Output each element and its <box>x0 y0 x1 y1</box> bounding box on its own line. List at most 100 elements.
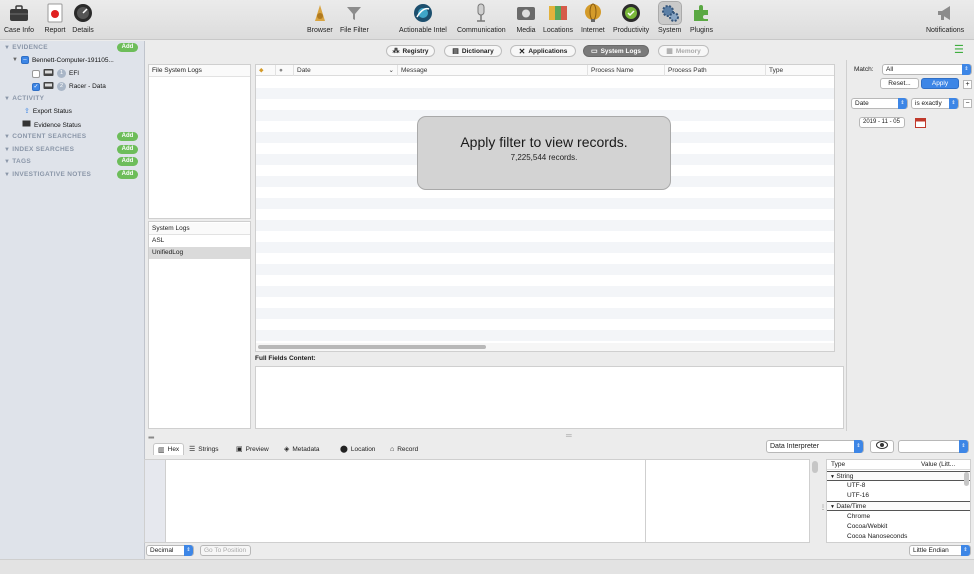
interpreter-row[interactable]: Cocoa Nanoseconds <box>827 532 970 542</box>
tab-dictionary[interactable]: ▤ Dictionary <box>444 45 502 57</box>
filter-sliders-icon[interactable]: ☰ <box>954 44 966 56</box>
remove-criterion-button[interactable]: − <box>963 99 972 108</box>
interpreter-scrollbar-thumb[interactable] <box>964 472 969 486</box>
type-column-header[interactable]: Type <box>766 65 834 76</box>
evidence-section-header[interactable]: EVIDENCE <box>4 44 48 51</box>
tab-preview[interactable]: ▣ Preview <box>232 443 273 455</box>
tab-applications[interactable]: ✕ Applications <box>510 45 576 57</box>
full-fields-content[interactable] <box>255 366 844 429</box>
table-row[interactable] <box>256 286 834 297</box>
add-investigative-note-button[interactable]: Add <box>117 170 138 179</box>
type-header[interactable]: Type <box>831 460 845 470</box>
toolbar-system-button[interactable]: System <box>657 1 682 34</box>
field-select[interactable]: Date ⇕ <box>851 98 908 109</box>
status-column-header[interactable]: ● <box>276 65 294 76</box>
interpreter-row[interactable]: UTF-8 <box>827 481 970 491</box>
calendar-icon[interactable] <box>915 117 926 128</box>
message-column-header[interactable]: Message <box>398 65 588 76</box>
toolbar-actionable-intel-button[interactable]: Actionable Intel <box>399 2 447 34</box>
hex-scrollbar-thumb[interactable] <box>812 461 818 473</box>
decimal-select[interactable]: Decimal ⇕ <box>146 545 194 556</box>
toolbar-plugins-button[interactable]: Plugins <box>690 2 713 34</box>
interpreter-options-select[interactable]: ⇕ <box>898 440 969 453</box>
interpreter-row[interactable]: UTF-16 <box>827 491 970 501</box>
table-row[interactable] <box>256 253 834 264</box>
tab-record[interactable]: ⌂ Record <box>386 443 422 455</box>
tags-section-header[interactable]: TAGS <box>4 158 31 165</box>
efi-checkbox[interactable] <box>32 69 40 78</box>
add-evidence-button[interactable]: Add <box>117 43 138 52</box>
tab-system-logs[interactable]: ▭ System Logs <box>583 45 649 57</box>
tab-registry[interactable]: ⁂ Registry <box>386 45 435 57</box>
date-input[interactable]: 2019 - 11 - 05 <box>859 117 905 128</box>
toolbar-locations-button[interactable]: Locations <box>543 2 573 34</box>
add-criterion-button[interactable]: + <box>963 80 972 89</box>
table-row[interactable] <box>256 297 834 308</box>
toolbar-notifications-button[interactable]: Notifications <box>926 2 964 34</box>
table-row[interactable] <box>256 330 834 341</box>
table-row[interactable] <box>256 99 834 110</box>
add-tag-button[interactable]: Add <box>117 157 138 166</box>
toolbar-details-button[interactable]: Details <box>72 2 94 34</box>
table-row[interactable] <box>256 220 834 231</box>
interpreter-row[interactable]: Chrome <box>827 512 970 522</box>
evidence-status-item[interactable]: Evidence Status <box>22 120 81 130</box>
toolbar-browser-button[interactable]: Browser <box>307 2 333 34</box>
toolbar-file-filter-button[interactable]: File Filter <box>340 2 369 34</box>
value-header[interactable]: Value (Litt... <box>921 460 955 470</box>
toolbar-case-info-button[interactable]: Case Info <box>4 2 34 34</box>
index-searches-section-header[interactable]: INDEX SEARCHES <box>4 146 74 153</box>
disclosure-triangle-icon[interactable]: ▼ <box>12 57 18 63</box>
interpreter-select[interactable]: Data Interpreter ⇕ <box>766 440 864 453</box>
export-status-item[interactable]: ⇪ Export Status <box>24 107 72 116</box>
tab-metadata[interactable]: ◈ Metadata <box>280 443 324 455</box>
hex-view[interactable] <box>144 459 810 543</box>
toolbar-report-button[interactable]: Report <box>44 2 66 34</box>
tab-location[interactable]: ⬤ Location <box>336 443 379 455</box>
table-row[interactable] <box>256 209 834 220</box>
toolbar-internet-button[interactable]: Internet <box>581 2 605 34</box>
list-item-unifiedlog[interactable]: UnifiedLog <box>149 247 250 259</box>
tab-strings[interactable]: ☰ Strings <box>185 443 223 455</box>
scrollbar-thumb[interactable] <box>258 345 486 349</box>
add-index-search-button[interactable]: Add <box>117 145 138 154</box>
table-row[interactable] <box>256 77 834 88</box>
horizontal-scrollbar[interactable] <box>256 343 834 351</box>
table-row[interactable] <box>256 231 834 242</box>
toolbar-communication-button[interactable]: Communication <box>457 2 506 34</box>
tree-item-efi[interactable]: 1 EFI <box>32 68 79 79</box>
list-item-asl[interactable]: ASL <box>149 235 250 247</box>
computer-checkbox[interactable]: – <box>20 56 29 64</box>
table-row[interactable] <box>256 319 834 330</box>
go-to-position-input[interactable]: Go To Position <box>200 545 251 556</box>
date-column-header[interactable]: Date ⌄ <box>294 65 398 76</box>
tree-item-computer[interactable]: ▼ – Bennett-Computer-191105... <box>12 56 114 64</box>
eye-button[interactable] <box>870 440 894 453</box>
endian-select[interactable]: Little Endian ⇕ <box>909 545 971 556</box>
add-content-search-button[interactable]: Add <box>117 132 138 141</box>
process-name-column-header[interactable]: Process Name <box>588 65 665 76</box>
investigative-notes-section-header[interactable]: INVESTIGATIVE NOTES <box>4 171 91 178</box>
process-path-column-header[interactable]: Process Path <box>665 65 766 76</box>
tab-hex[interactable]: ▥ Hex <box>153 443 185 455</box>
apply-button[interactable]: Apply <box>921 78 959 89</box>
operator-select[interactable]: is exactly ⇕ <box>911 98 959 109</box>
toolbar-media-button[interactable]: Media <box>515 2 537 34</box>
tree-item-racer-data[interactable]: ✓ 2 Racer - Data <box>32 81 106 92</box>
reset-button[interactable]: Reset... <box>880 78 919 89</box>
tag-column-header[interactable]: ⬥ <box>256 65 276 76</box>
match-select[interactable]: All ⇕ <box>882 64 972 75</box>
interpreter-row[interactable]: Cocoa/Webkit <box>827 522 970 532</box>
table-row[interactable] <box>256 308 834 319</box>
splitter-handle-icon[interactable]: ═ <box>566 431 572 440</box>
interpreter-group-datetime[interactable]: ▼ Date/Time <box>827 501 970 511</box>
table-row[interactable] <box>256 275 834 286</box>
racer-data-checkbox[interactable]: ✓ <box>32 82 40 91</box>
toolbar-productivity-button[interactable]: Productivity <box>613 2 649 34</box>
table-row[interactable] <box>256 264 834 275</box>
table-row[interactable] <box>256 242 834 253</box>
content-searches-section-header[interactable]: CONTENT SEARCHES <box>4 133 86 140</box>
pane-grip-icon[interactable]: ▪▪▪ <box>148 433 154 442</box>
table-row[interactable] <box>256 88 834 99</box>
activity-section-header[interactable]: ACTIVITY <box>4 95 44 102</box>
